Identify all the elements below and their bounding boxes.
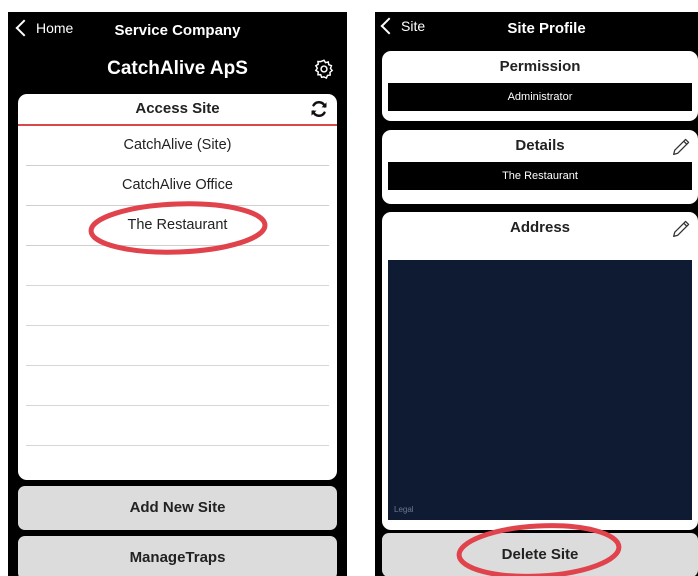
site-item-the-restaurant[interactable]: The Restaurant xyxy=(26,206,329,246)
pencil-icon[interactable] xyxy=(670,136,692,158)
nav-bar: Site Site Profile xyxy=(375,12,698,50)
access-site-screen: Home Service Company CatchAlive ApS Acce… xyxy=(8,12,347,576)
site-item-catchalive-site[interactable]: CatchAlive (Site) xyxy=(26,126,329,166)
gear-icon[interactable] xyxy=(313,58,335,80)
site-profile-screen: Site Site Profile Permission Administrat… xyxy=(375,12,698,576)
delete-site-button[interactable]: Delete Site xyxy=(382,533,698,576)
permission-value: Administrator xyxy=(388,83,692,111)
address-title: Address xyxy=(509,219,571,236)
address-card: Address Legal xyxy=(382,212,698,530)
map-legal-label: Legal xyxy=(394,505,414,514)
details-card: Details The Restaurant xyxy=(382,130,698,204)
add-new-site-button[interactable]: Add New Site xyxy=(18,486,337,530)
empty-row xyxy=(26,246,329,286)
details-value: The Restaurant xyxy=(388,162,692,190)
details-title: Details xyxy=(515,137,565,154)
nav-title: Site Profile xyxy=(507,20,586,37)
pencil-icon[interactable] xyxy=(670,218,692,240)
company-name: CatchAlive ApS xyxy=(107,58,248,79)
details-header: Details xyxy=(382,130,698,162)
site-item-catchalive-office[interactable]: CatchAlive Office xyxy=(26,166,329,206)
nav-bar: Home Service Company xyxy=(8,12,347,50)
empty-row xyxy=(26,326,329,366)
access-site-title: Access Site xyxy=(135,100,220,117)
empty-row xyxy=(26,446,329,485)
address-header: Address xyxy=(382,212,698,244)
address-map[interactable]: Legal xyxy=(388,260,692,520)
empty-row xyxy=(26,286,329,326)
empty-row xyxy=(26,366,329,406)
access-site-header: Access Site xyxy=(18,94,337,126)
nav-title: Service Company xyxy=(114,22,241,39)
refresh-icon[interactable] xyxy=(309,99,329,119)
permission-title: Permission xyxy=(499,58,581,75)
empty-row xyxy=(26,406,329,446)
manage-traps-button[interactable]: ManageTraps xyxy=(18,536,337,576)
permission-card: Permission Administrator xyxy=(382,51,698,121)
access-site-card: Access Site CatchAlive (Site) CatchAlive… xyxy=(18,94,337,480)
